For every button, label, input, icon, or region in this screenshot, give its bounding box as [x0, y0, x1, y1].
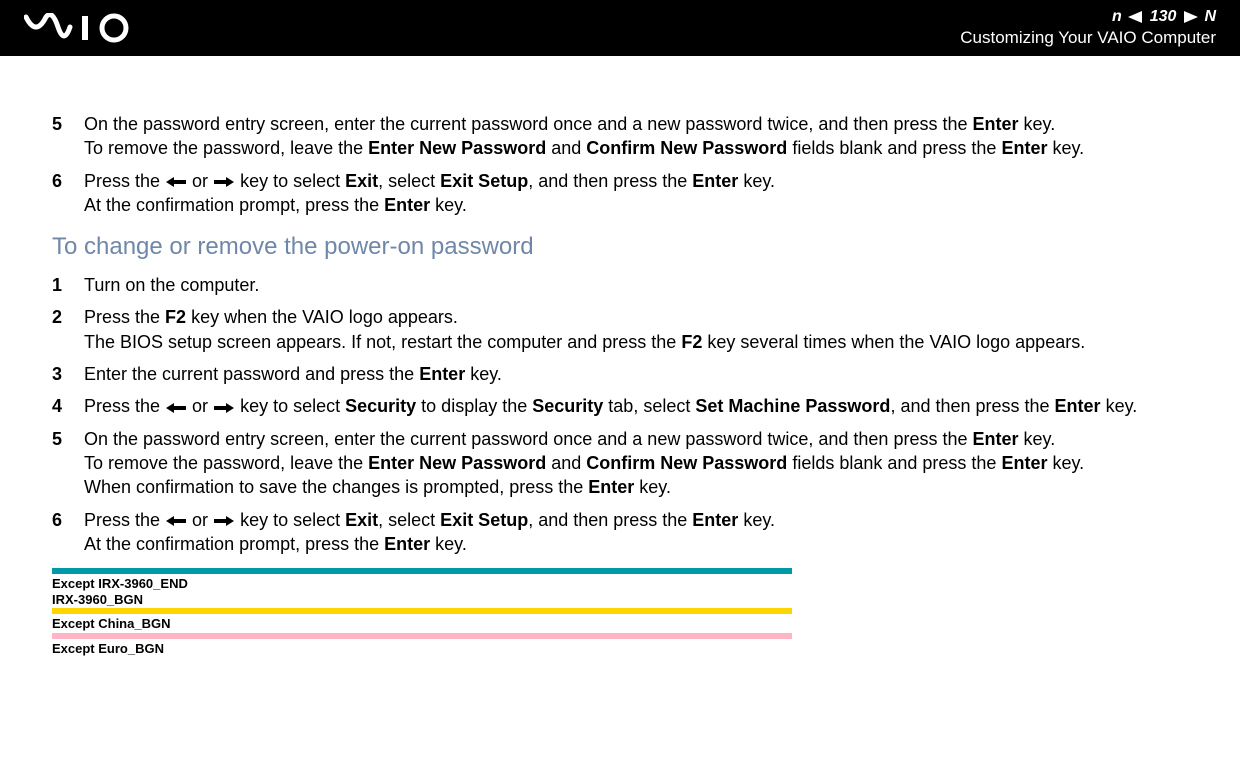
step-body: Turn on the computer.	[84, 273, 1200, 297]
marker-label: Except China_BGN	[52, 614, 792, 633]
arrow-right-icon	[214, 177, 234, 187]
marker-row: Except Euro_BGN	[52, 633, 792, 658]
condition-markers: Except IRX-3960_END IRX-3960_BGN Except …	[52, 568, 792, 657]
step-body: Press the or key to select Exit, select …	[84, 169, 1200, 218]
nav-forward-icon[interactable]	[1184, 11, 1198, 23]
step-3: 3 Enter the current password and press t…	[52, 362, 1200, 386]
section-title: Customizing Your VAIO Computer	[960, 28, 1216, 48]
step-number: 6	[52, 508, 84, 532]
step-number: 6	[52, 169, 84, 193]
header-bar: n 130 N Customizing Your VAIO Computer	[0, 0, 1240, 56]
arrow-left-icon	[166, 403, 186, 413]
step-1: 1 Turn on the computer.	[52, 273, 1200, 297]
step-4: 4 Press the or key to select Security to…	[52, 394, 1200, 418]
step-body: Press the or key to select Exit, select …	[84, 508, 1200, 557]
header-right: n 130 N Customizing Your VAIO Computer	[960, 8, 1216, 48]
arrow-left-icon	[166, 177, 186, 187]
nav-n-right: N	[1204, 8, 1216, 26]
section-heading: To change or remove the power-on passwor…	[52, 233, 1200, 261]
marker-label: Except IRX-3960_END IRX-3960_BGN	[52, 574, 792, 608]
page-nav: n 130 N	[960, 8, 1216, 26]
content-area: 5 On the password entry screen, enter th…	[0, 56, 1240, 678]
step-number: 2	[52, 305, 84, 329]
step-2: 2 Press the F2 key when the VAIO logo ap…	[52, 305, 1200, 354]
marker-row: Except China_BGN	[52, 608, 792, 633]
nav-n-left: n	[1112, 8, 1122, 26]
page-number: 130	[1148, 8, 1179, 26]
step-number: 1	[52, 273, 84, 297]
marker-label: Except Euro_BGN	[52, 639, 792, 658]
step-5a: 5 On the password entry screen, enter th…	[52, 112, 1200, 161]
step-number: 3	[52, 362, 84, 386]
vaio-logo	[24, 13, 154, 43]
step-number: 4	[52, 394, 84, 418]
step-number: 5	[52, 112, 84, 136]
arrow-left-icon	[166, 516, 186, 526]
step-body: Press the F2 key when the VAIO logo appe…	[84, 305, 1200, 354]
step-5b: 5 On the password entry screen, enter th…	[52, 427, 1200, 500]
step-body: On the password entry screen, enter the …	[84, 112, 1200, 161]
step-body: On the password entry screen, enter the …	[84, 427, 1200, 500]
step-6b: 6 Press the or key to select Exit, selec…	[52, 508, 1200, 557]
marker-row: Except IRX-3960_END IRX-3960_BGN	[52, 568, 792, 608]
nav-back-icon[interactable]	[1128, 11, 1142, 23]
step-body: Press the or key to select Security to d…	[84, 394, 1200, 418]
step-body: Enter the current password and press the…	[84, 362, 1200, 386]
step-number: 5	[52, 427, 84, 451]
arrow-right-icon	[214, 403, 234, 413]
step-6a: 6 Press the or key to select Exit, selec…	[52, 169, 1200, 218]
arrow-right-icon	[214, 516, 234, 526]
